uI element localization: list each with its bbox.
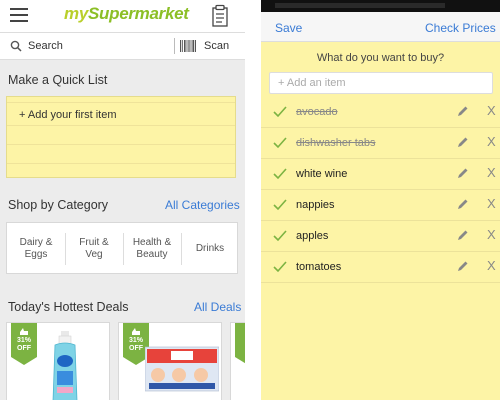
home-screen: mySupermarket Search Scan Make a Quick L… (0, 0, 245, 400)
status-bar (261, 0, 500, 12)
category-row: Dairy & Eggs Fruit & Veg Health & Beauty Dr… (6, 222, 238, 274)
remove-icon[interactable]: X (487, 104, 496, 118)
status-bar-fill (275, 3, 445, 8)
remove-icon[interactable]: X (487, 228, 496, 242)
list-item[interactable]: apples X (261, 221, 500, 252)
list-item[interactable]: white wine X (261, 159, 500, 190)
category-fruit-veg[interactable]: Fruit & Veg (65, 223, 123, 275)
category-label: Fruit & (79, 237, 109, 248)
search-label[interactable]: Search (28, 40, 63, 52)
checkmark-icon[interactable] (273, 168, 287, 180)
discount-off: OFF (129, 345, 143, 352)
list-item[interactable]: nappies X (261, 190, 500, 221)
quick-list-card[interactable]: + Add your first item (6, 96, 236, 178)
list-header: Save Check Prices (261, 12, 500, 42)
list-item[interactable]: dishwasher tabs X (261, 128, 500, 159)
list-prompt: What do you want to buy? (316, 52, 445, 64)
pencil-icon[interactable] (457, 260, 469, 272)
all-deals-link[interactable]: All Deals (194, 300, 241, 314)
category-label: Eggs (24, 249, 48, 260)
scan-button[interactable]: Scan (204, 40, 229, 52)
deal-card[interactable] (230, 322, 245, 400)
barcode-icon[interactable] (180, 40, 196, 52)
all-categories-link[interactable]: All Categories (165, 198, 240, 212)
category-label: Health & (132, 237, 172, 248)
remove-icon[interactable]: X (487, 197, 496, 211)
deal-card[interactable]: 31% OFF (118, 322, 222, 400)
category-label: Drinks (195, 243, 225, 254)
checkmark-icon[interactable] (273, 261, 287, 273)
add-first-item-button[interactable]: + Add your first item (19, 109, 121, 121)
check-prices-button[interactable]: Check Prices (425, 21, 496, 35)
menu-icon[interactable] (10, 8, 28, 22)
cleaner-bottle-image (52, 331, 78, 400)
list-item-label: tomatoes (296, 261, 342, 273)
deal-card[interactable]: 31% OFF (6, 322, 110, 400)
pencil-icon[interactable] (457, 198, 469, 210)
discount-badge-text: 31% OFF (11, 337, 37, 353)
pencil-icon[interactable] (457, 136, 469, 148)
discount-badge-icon (235, 323, 245, 364)
category-label: Dairy & (19, 237, 53, 248)
search-bar[interactable]: Search Scan (0, 32, 245, 60)
discount-percent: 31% (128, 337, 143, 344)
discount-percent: 31% (16, 337, 31, 344)
logo-my: my (64, 4, 88, 23)
category-drinks[interactable]: Drinks (181, 223, 239, 275)
shopping-list-screen: Save Check Prices What do you want to bu… (261, 0, 500, 400)
list-item-label: avocado (296, 106, 338, 118)
scan-divider (174, 38, 175, 54)
pencil-icon[interactable] (457, 229, 469, 241)
list-item[interactable]: tomatoes X (261, 252, 500, 283)
remove-icon[interactable]: X (487, 259, 496, 273)
checkmark-icon[interactable] (273, 137, 287, 149)
remove-icon[interactable]: X (487, 135, 496, 149)
pencil-icon[interactable] (457, 167, 469, 179)
list-item-label: nappies (296, 199, 335, 211)
category-health-beauty[interactable]: Health & Beauty (123, 223, 181, 275)
quick-list-title: Make a Quick List (8, 73, 108, 87)
list-item-label: apples (296, 230, 329, 242)
checkmark-icon[interactable] (273, 199, 287, 211)
remove-icon[interactable]: X (487, 166, 496, 180)
search-icon (10, 40, 22, 52)
list-item-label: dishwasher tabs (296, 137, 376, 149)
category-dairy-eggs[interactable]: Dairy & Eggs (7, 223, 65, 275)
checkmark-icon[interactable] (273, 230, 287, 242)
list-item[interactable]: avocado X (261, 97, 500, 128)
category-title: Shop by Category (8, 198, 109, 212)
category-label: Veg (85, 249, 103, 260)
panel-divider (245, 0, 261, 400)
app-logo: mySupermarket (64, 4, 189, 24)
category-label: Beauty (136, 249, 168, 260)
save-button[interactable]: Save (275, 21, 302, 35)
pencil-icon[interactable] (457, 105, 469, 117)
deals-title: Today's Hottest Deals (8, 300, 129, 314)
yogurt-pack-image (145, 346, 219, 392)
top-bar: mySupermarket (0, 0, 245, 32)
shopping-list-icon[interactable] (210, 4, 230, 28)
discount-off: OFF (17, 345, 31, 352)
checkmark-icon[interactable] (273, 106, 287, 118)
add-item-input[interactable] (269, 72, 493, 94)
list-item-label: white wine (296, 168, 348, 180)
logo-brand: Supermarket (87, 4, 189, 23)
